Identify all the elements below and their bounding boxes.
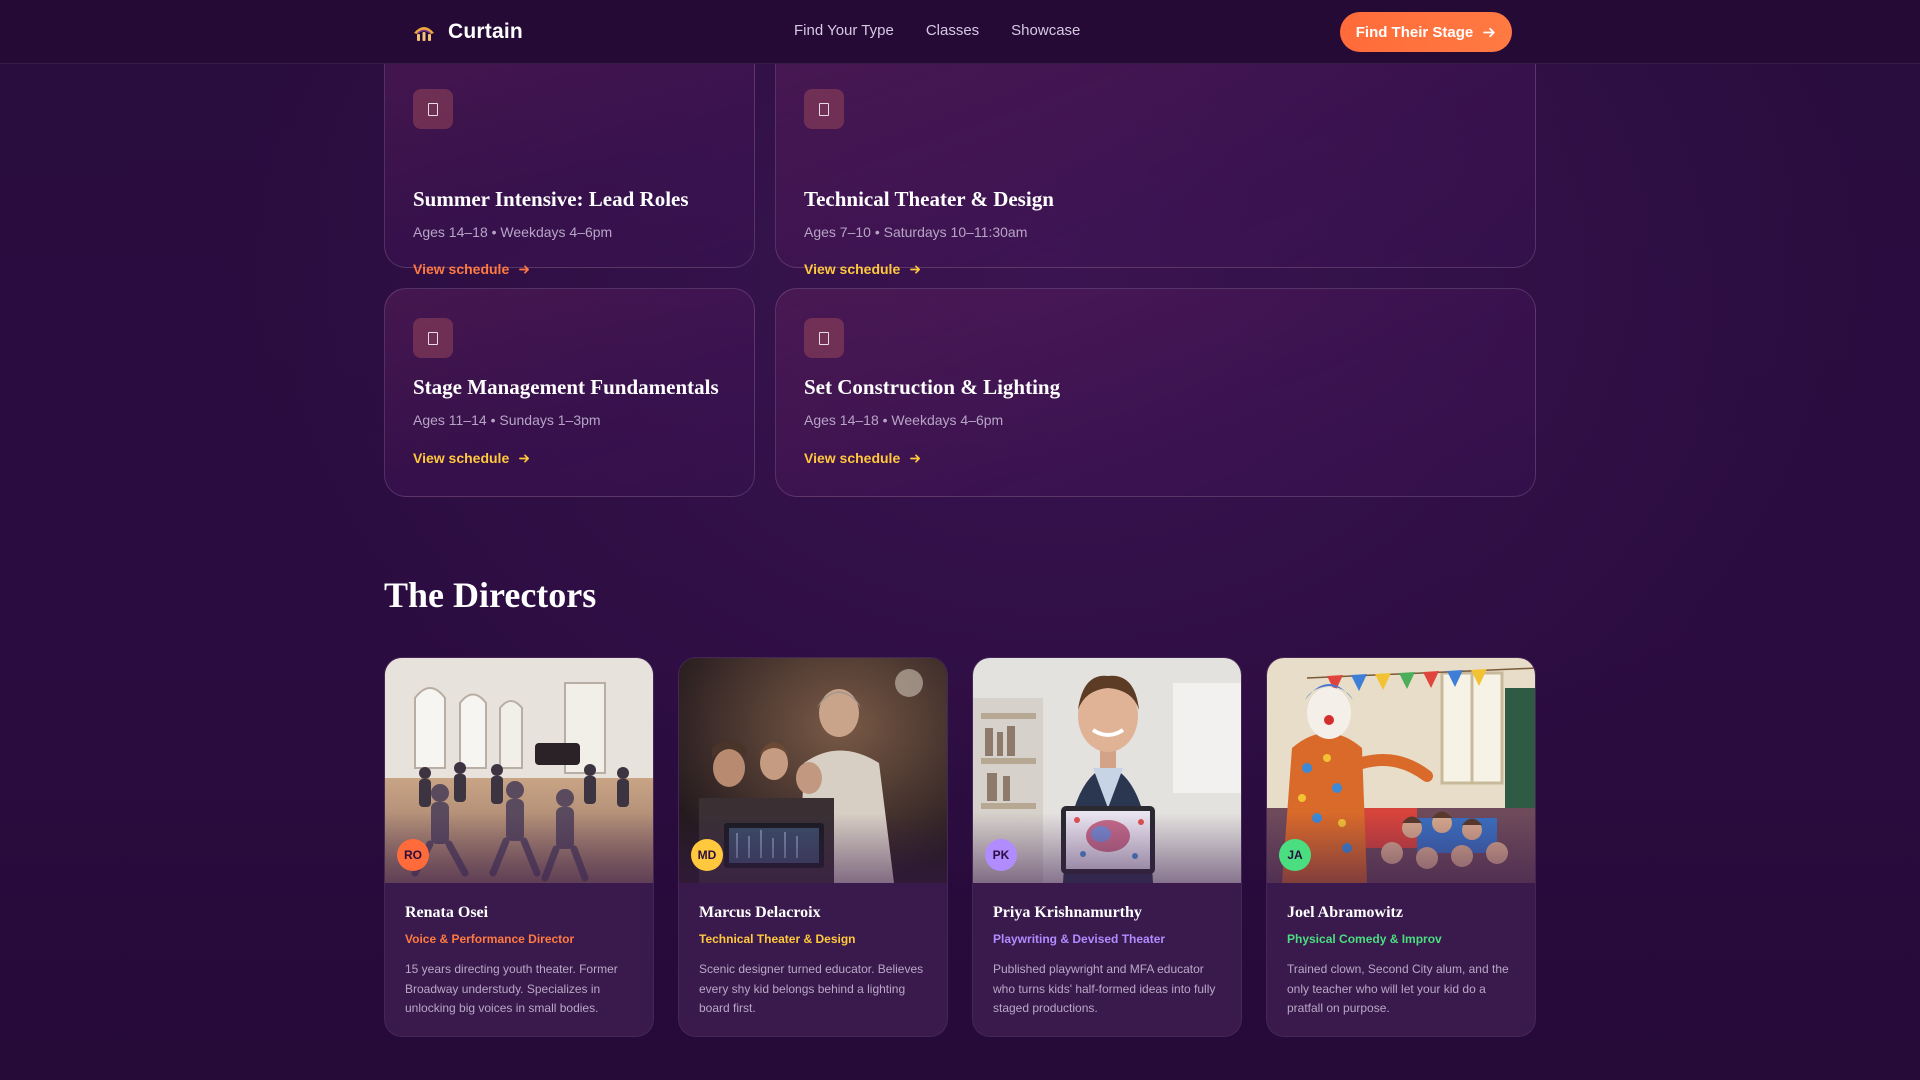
arrow-right-icon (910, 264, 921, 274)
class-card: Stage Management Fundamentals Ages 11–14… (384, 288, 755, 497)
view-schedule-link[interactable]: View schedule (804, 450, 921, 466)
find-their-stage-button[interactable]: Find Their Stage (1340, 12, 1512, 52)
class-meta: Ages 7–10 • Saturdays 10–11:30am (804, 224, 1028, 240)
class-card: Set Construction & Lighting Ages 14–18 •… (775, 288, 1536, 497)
class-card: Technical Theater & Design Ages 7–10 • S… (775, 40, 1536, 277)
class-meta: Ages 11–14 • Sundays 1–3pm (413, 412, 601, 428)
view-schedule-label: View schedule (804, 450, 901, 466)
document-icon (413, 318, 453, 358)
director-card[interactable]: JA Joel Abramowitz Physical Comedy & Imp… (1266, 657, 1536, 1037)
arrow-right-icon (519, 453, 530, 463)
nav-link-find-your-type[interactable]: Find Your Type (794, 22, 894, 39)
class-meta: Ages 14–18 • Weekdays 4–6pm (413, 224, 613, 240)
view-schedule-label: View schedule (804, 261, 901, 277)
arrow-right-icon (910, 453, 921, 463)
theater-masks-icon (414, 27, 434, 41)
arrow-right-icon (1483, 27, 1495, 37)
director-bio: 15 years directing youth theater. Former… (405, 962, 618, 1015)
arrow-right-icon (519, 264, 530, 274)
director-card[interactable]: PK Priya Krishnamurthy Playwriting & Dev… (972, 657, 1242, 1037)
class-title: Summer Intensive: Lead Roles (413, 187, 689, 211)
class-card: Summer Intensive: Lead Roles Ages 14–18 … (384, 40, 755, 277)
director-initials-badge: PK (985, 839, 1017, 871)
director-role: Voice & Performance Director (405, 932, 575, 946)
director-name: Renata Osei (405, 904, 489, 921)
document-icon (804, 89, 844, 129)
director-bio: Published playwright and MFA educator wh… (993, 962, 1216, 1015)
view-schedule-label: View schedule (413, 261, 510, 277)
director-role: Technical Theater & Design (699, 932, 856, 946)
director-initials-badge: RO (397, 839, 429, 871)
top-navigation: Curtain Find Your Type Classes Showcase … (0, 0, 1920, 64)
director-name: Marcus Delacroix (699, 904, 821, 921)
view-schedule-link[interactable]: View schedule (413, 261, 530, 277)
nav-link-classes[interactable]: Classes (926, 22, 979, 39)
class-title: Stage Management Fundamentals (413, 375, 719, 399)
class-title: Technical Theater & Design (804, 187, 1054, 211)
director-card[interactable]: RO Renata Osei Voice & Performance Direc… (384, 657, 654, 1037)
director-bio: Trained clown, Second City alum, and the… (1287, 962, 1509, 1015)
director-initials-badge: MD (691, 839, 723, 871)
class-meta: Ages 14–18 • Weekdays 4–6pm (804, 412, 1004, 428)
brand-name: Curtain (448, 20, 523, 43)
director-role: Playwriting & Devised Theater (993, 932, 1166, 946)
nav-link-showcase[interactable]: Showcase (1011, 22, 1080, 39)
cta-label: Find Their Stage (1355, 23, 1474, 41)
director-card[interactable]: MD Marcus Delacroix Technical Theater & … (678, 657, 948, 1037)
view-schedule-link[interactable]: View schedule (413, 450, 530, 466)
director-bio: Scenic designer turned educator. Believe… (699, 962, 924, 1015)
director-name: Priya Krishnamurthy (993, 904, 1142, 921)
section-title: The Directors (384, 575, 597, 615)
document-icon (413, 89, 453, 129)
brand[interactable]: Curtain (412, 18, 523, 46)
nav-links: Find Your Type Classes Showcase (794, 22, 1080, 39)
director-role: Physical Comedy & Improv (1287, 932, 1442, 946)
class-title: Set Construction & Lighting (804, 375, 1061, 399)
view-schedule-label: View schedule (413, 450, 510, 466)
document-icon (804, 318, 844, 358)
view-schedule-link[interactable]: View schedule (804, 261, 921, 277)
director-name: Joel Abramowitz (1287, 904, 1403, 921)
director-initials-badge: JA (1279, 839, 1311, 871)
